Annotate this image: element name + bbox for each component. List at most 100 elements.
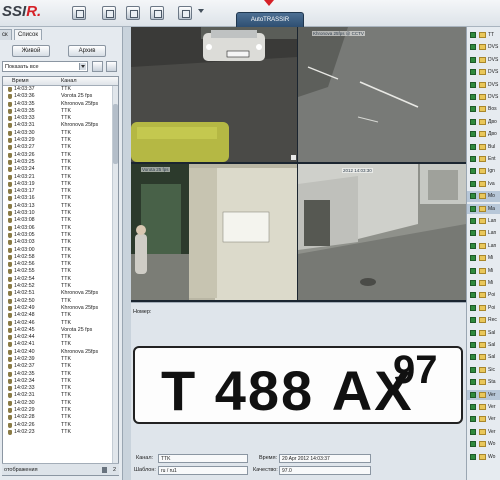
channel-tree-item[interactable]: Ver bbox=[467, 402, 500, 413]
event-row[interactable]: 14:02:58 TTK bbox=[3, 254, 118, 261]
checkbox-icon[interactable] bbox=[470, 242, 476, 249]
trash-icon[interactable] bbox=[102, 467, 107, 473]
event-row[interactable]: 14:02:39 TTK bbox=[3, 356, 118, 363]
monitor-icon[interactable] bbox=[150, 6, 164, 20]
event-row[interactable]: 14:02:23 TTK bbox=[3, 429, 118, 436]
event-row[interactable]: 14:03:00 TTK bbox=[3, 247, 118, 254]
channel-tree-item[interactable]: Sal bbox=[467, 340, 500, 351]
channel-tree-item[interactable]: Sic bbox=[467, 365, 500, 376]
event-row[interactable]: 14:02:34 TTK bbox=[3, 378, 118, 385]
channel-tree-item[interactable]: TT bbox=[467, 30, 500, 41]
event-row[interactable]: 14:03:27 TTK bbox=[3, 144, 118, 151]
event-row[interactable]: 14:02:29 TTK bbox=[3, 407, 118, 414]
checkbox-icon[interactable] bbox=[470, 292, 476, 299]
checkbox-icon[interactable] bbox=[470, 32, 476, 38]
checkbox-icon[interactable] bbox=[470, 280, 476, 286]
event-row[interactable]: 14:03:33 TTK bbox=[3, 115, 118, 122]
checkbox-icon[interactable] bbox=[470, 267, 476, 274]
server-tab[interactable]: AutoTRASSIR bbox=[236, 12, 304, 27]
channel-tree-item[interactable]: Poi bbox=[467, 303, 500, 314]
checkbox-icon[interactable] bbox=[470, 255, 476, 262]
clear-list-icon[interactable] bbox=[106, 61, 117, 72]
event-row[interactable]: 14:03:17 TTK bbox=[3, 188, 118, 195]
column-time[interactable]: Время bbox=[12, 77, 29, 85]
event-row[interactable]: 14:03:29 TTK bbox=[3, 137, 118, 144]
chevron-down-icon[interactable] bbox=[198, 9, 204, 13]
event-row[interactable]: 14:03:06 TTK bbox=[3, 225, 118, 232]
scrollbar-thumb[interactable] bbox=[113, 104, 118, 164]
tab-search[interactable]: ск bbox=[0, 29, 12, 40]
camera-settings-icon[interactable] bbox=[126, 6, 140, 20]
event-row[interactable]: 14:02:45 Vorota 25 fps bbox=[3, 327, 118, 334]
checkbox-icon[interactable] bbox=[470, 106, 476, 113]
channel-tree-item[interactable]: DVS bbox=[467, 80, 500, 91]
checkbox-icon[interactable] bbox=[470, 416, 476, 423]
channel-tree-item[interactable]: Rec bbox=[467, 315, 500, 326]
event-row[interactable]: 14:02:35 TTK bbox=[3, 371, 118, 378]
event-row[interactable]: 14:02:51 Khronova 25fps bbox=[3, 290, 118, 297]
export-icon[interactable] bbox=[92, 61, 103, 72]
checkbox-icon[interactable] bbox=[470, 143, 476, 150]
event-row[interactable]: 14:02:54 TTK bbox=[3, 276, 118, 283]
event-row[interactable]: 14:03:16 TTK bbox=[3, 195, 118, 202]
checkbox-icon[interactable] bbox=[470, 118, 476, 125]
channel-tree-item[interactable]: Lan bbox=[467, 228, 500, 239]
event-row[interactable]: 14:03:08 TTK bbox=[3, 217, 118, 224]
channel-tree-item[interactable]: Bos bbox=[467, 104, 500, 115]
channel-tree-item[interactable]: Bul bbox=[467, 142, 500, 153]
tab-list[interactable]: Список bbox=[14, 29, 42, 40]
event-row[interactable]: 14:02:26 TTK bbox=[3, 422, 118, 429]
camera-view-road[interactable] bbox=[131, 27, 297, 162]
checkbox-icon[interactable] bbox=[470, 304, 476, 311]
checkbox-icon[interactable] bbox=[470, 317, 476, 324]
event-row[interactable]: 14:03:21 TTK bbox=[3, 174, 118, 181]
event-row[interactable]: 14:02:46 TTK bbox=[3, 320, 118, 327]
channel-tree-item[interactable]: Sal bbox=[467, 328, 500, 339]
channel-tree-item[interactable]: Mi bbox=[467, 253, 500, 264]
event-row[interactable]: 14:03:31 Khronova 25fps bbox=[3, 122, 118, 129]
checkbox-icon[interactable] bbox=[470, 56, 476, 63]
event-row[interactable]: 14:02:40 Khronova 25fps bbox=[3, 349, 118, 356]
checkbox-icon[interactable] bbox=[470, 366, 476, 373]
checkbox-icon[interactable] bbox=[470, 168, 476, 175]
event-row[interactable]: 14:03:35 TTK bbox=[3, 108, 118, 115]
event-row[interactable]: 14:03:24 TTK bbox=[3, 166, 118, 173]
event-row[interactable]: 14:03:25 TTK bbox=[3, 159, 118, 166]
channel-tree-item[interactable]: Sal bbox=[467, 352, 500, 363]
camera-view-warehouse[interactable]: 2012 14:03:30 bbox=[298, 164, 466, 300]
channel-tree-item[interactable]: DVS bbox=[467, 92, 500, 103]
channel-tree-item[interactable]: DVS bbox=[467, 67, 500, 78]
channel-tree-item[interactable]: Mi bbox=[467, 266, 500, 277]
channel-tree-item[interactable]: Lan bbox=[467, 216, 500, 227]
channel-tree-item[interactable]: Iva bbox=[467, 179, 500, 190]
channel-tree-item[interactable]: Mi bbox=[467, 278, 500, 289]
event-row[interactable]: 14:03:19 TTK bbox=[3, 181, 118, 188]
checkbox-icon[interactable] bbox=[470, 69, 476, 76]
checkbox-icon[interactable] bbox=[470, 44, 476, 51]
checkbox-icon[interactable] bbox=[470, 94, 476, 100]
live-button[interactable]: Живой bbox=[12, 45, 50, 57]
event-row[interactable]: 14:02:48 TTK bbox=[3, 312, 118, 319]
layout-grid-icon[interactable] bbox=[72, 6, 86, 20]
event-row[interactable]: 14:03:10 TTK bbox=[3, 210, 118, 217]
channel-tree-item[interactable]: Mo bbox=[467, 191, 500, 202]
event-row[interactable]: 14:02:37 TTK bbox=[3, 363, 118, 370]
event-row[interactable]: 14:02:31 TTK bbox=[3, 392, 118, 399]
filter-select[interactable]: Показать все bbox=[2, 61, 88, 72]
event-row[interactable]: 14:03:35 Khronova 25fps bbox=[3, 101, 118, 108]
event-row[interactable]: 14:02:30 TTK bbox=[3, 400, 118, 407]
channel-tree-item[interactable]: DVS bbox=[467, 42, 500, 53]
event-row[interactable]: 14:02:55 TTK bbox=[3, 268, 118, 275]
event-row[interactable]: 14:03:26 TTK bbox=[3, 152, 118, 159]
event-row[interactable]: 14:02:56 TTK bbox=[3, 261, 118, 268]
channel-tree-item[interactable]: Ver bbox=[467, 389, 500, 401]
channel-tree-item[interactable]: Wo bbox=[467, 452, 500, 463]
event-row[interactable]: 14:02:28 TTK bbox=[3, 414, 118, 421]
channel-tree-item[interactable]: Wo bbox=[467, 439, 500, 450]
channel-tree-item[interactable]: Дво bbox=[467, 117, 500, 128]
checkbox-icon[interactable] bbox=[470, 218, 476, 224]
channel-tree-item[interactable]: DVS bbox=[467, 55, 500, 66]
checkbox-icon[interactable] bbox=[470, 354, 476, 361]
event-row[interactable]: 14:03:30 TTK bbox=[3, 130, 118, 137]
event-row[interactable]: 14:03:37 TTK bbox=[3, 86, 118, 93]
